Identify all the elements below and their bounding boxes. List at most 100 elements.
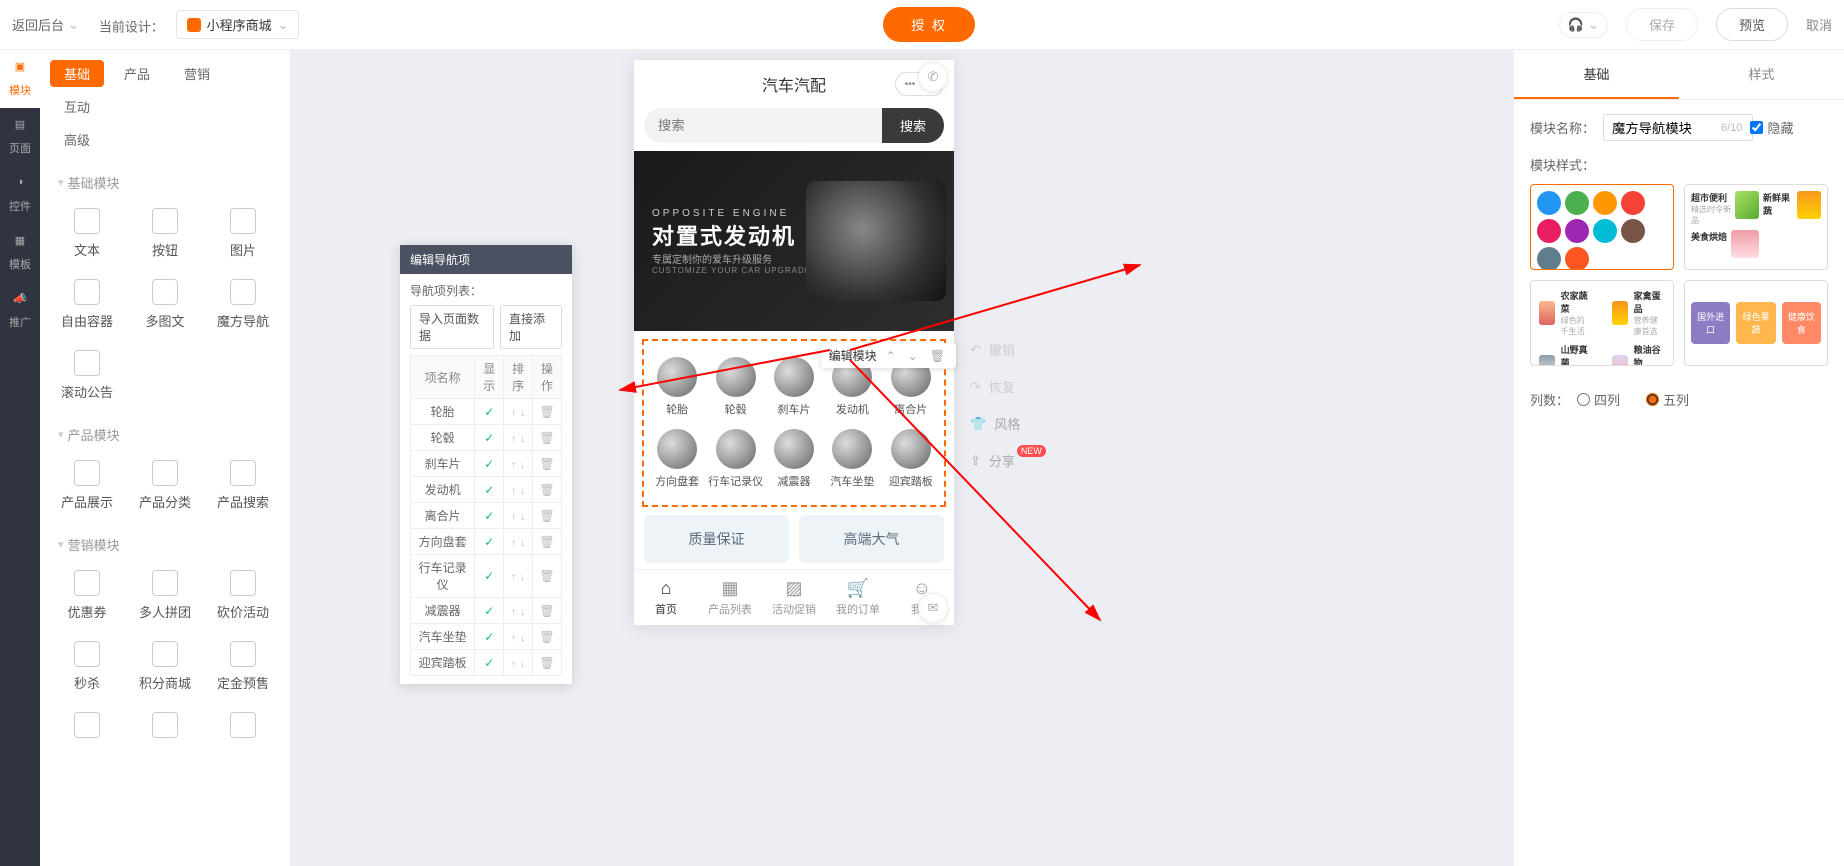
tab-orders[interactable]: 🛒我的订单 xyxy=(826,570,890,625)
nav-widgets[interactable]: ◑控件 xyxy=(0,166,40,224)
show-toggle[interactable]: ✓ xyxy=(484,535,494,549)
delete-icon[interactable]: 🗑 xyxy=(927,349,948,363)
move-up-icon[interactable]: ⌃ xyxy=(883,349,899,363)
sort-down[interactable]: ↓ xyxy=(518,460,527,471)
nav-item[interactable]: 迎宾踏板 xyxy=(882,423,940,495)
preview-button[interactable]: 预览 xyxy=(1716,8,1788,41)
save-button[interactable]: 保存 xyxy=(1626,8,1698,41)
btn-import[interactable]: 导入页面数据 xyxy=(410,305,494,349)
sort-up[interactable]: ↑ xyxy=(509,633,518,644)
mod-bargain[interactable]: 砍价活动 xyxy=(204,560,282,631)
tab-product[interactable]: 产品 xyxy=(110,60,164,87)
mod-groupbuy[interactable]: 多人拼团 xyxy=(126,560,204,631)
group-basic[interactable]: 基础模块 xyxy=(40,159,290,198)
nav-item[interactable]: 刹车片 xyxy=(765,351,823,423)
mod-prodcat[interactable]: 产品分类 xyxy=(126,450,204,521)
mod-prodsearch[interactable]: 产品搜索 xyxy=(204,450,282,521)
sort-down[interactable]: ↓ xyxy=(518,512,527,523)
sort-down[interactable]: ↓ xyxy=(518,572,527,583)
sort-up[interactable]: ↑ xyxy=(509,607,518,618)
tab-marketing[interactable]: 营销 xyxy=(170,60,224,87)
radio-5col[interactable]: 五列 xyxy=(1646,390,1689,409)
promo-card-1[interactable]: 质量保证 xyxy=(644,515,789,563)
sort-up[interactable]: ↑ xyxy=(509,434,518,445)
style-card-2[interactable]: 超市便利精选时令新品 新鲜果蔬 美食烘焙 xyxy=(1684,184,1828,270)
tab-basic[interactable]: 基础 xyxy=(50,60,104,87)
cancel-button[interactable]: 取消 xyxy=(1806,15,1832,34)
mod-prodshow[interactable]: 产品展示 xyxy=(48,450,126,521)
wechat-icon[interactable]: ✉ xyxy=(918,593,948,623)
show-toggle[interactable]: ✓ xyxy=(484,569,494,583)
sort-up[interactable]: ↑ xyxy=(509,538,518,549)
tab-advanced[interactable]: 高级 xyxy=(50,126,104,153)
search-button[interactable]: 搜索 xyxy=(882,108,944,143)
sort-up[interactable]: ↑ xyxy=(509,486,518,497)
tab-promo[interactable]: ▨活动促销 xyxy=(762,570,826,625)
capsule-more-icon[interactable]: ••• xyxy=(902,76,918,92)
tool-style[interactable]: 👕风格 xyxy=(970,414,1052,433)
delete-row[interactable]: 🗑 xyxy=(539,405,554,419)
sort-down[interactable]: ↓ xyxy=(518,633,527,644)
show-toggle[interactable]: ✓ xyxy=(484,483,494,497)
delete-row[interactable]: 🗑 xyxy=(539,431,554,445)
mod-button[interactable]: 按钮 xyxy=(126,198,204,269)
style-card-4[interactable]: 国外进口 绿色果蔬 健康饮食 xyxy=(1684,280,1828,366)
nav-modules[interactable]: ▣模块 xyxy=(0,50,40,108)
radio-4col[interactable]: 四列 xyxy=(1577,390,1620,409)
style-card-1[interactable] xyxy=(1530,184,1674,270)
mod-image[interactable]: 图片 xyxy=(204,198,282,269)
delete-row[interactable]: 🗑 xyxy=(539,509,554,523)
mod-extra1[interactable] xyxy=(48,702,126,754)
nav-pages[interactable]: ▤页面 xyxy=(0,108,40,166)
move-down-icon[interactable]: ⌄ xyxy=(905,349,921,363)
show-toggle[interactable]: ✓ xyxy=(484,656,494,670)
nav-item[interactable]: 行车记录仪 xyxy=(706,423,764,495)
mod-coupon[interactable]: 优惠券 xyxy=(48,560,126,631)
delete-row[interactable]: 🗑 xyxy=(539,604,554,618)
phone-icon[interactable]: ✆ xyxy=(918,62,948,92)
delete-row[interactable]: 🗑 xyxy=(539,656,554,670)
support-button[interactable]: 🎧 ⌄ xyxy=(1559,12,1608,38)
show-toggle[interactable]: ✓ xyxy=(484,604,494,618)
mod-magicnav[interactable]: 魔方导航 xyxy=(204,269,282,340)
tool-redo[interactable]: ↷恢复 xyxy=(970,377,1052,396)
tab-interactive[interactable]: 互动 xyxy=(50,93,104,120)
sort-down[interactable]: ↓ xyxy=(518,434,527,445)
sort-up[interactable]: ↑ xyxy=(509,408,518,419)
tool-undo[interactable]: ↶撤销 xyxy=(970,340,1052,359)
mod-extra2[interactable] xyxy=(126,702,204,754)
nav-promo[interactable]: 📣推广 xyxy=(0,282,40,340)
delete-row[interactable]: 🗑 xyxy=(539,457,554,471)
delete-row[interactable]: 🗑 xyxy=(539,483,554,497)
nav-item[interactable]: 方向盘套 xyxy=(648,423,706,495)
rtab-style[interactable]: 样式 xyxy=(1679,50,1844,99)
banner[interactable]: OPPOSITE ENGINE 对置式发动机 专属定制你的爱车升级服务 CUST… xyxy=(634,151,954,331)
mod-text[interactable]: 文本 xyxy=(48,198,126,269)
sort-down[interactable]: ↓ xyxy=(518,408,527,419)
show-toggle[interactable]: ✓ xyxy=(484,630,494,644)
delete-row[interactable]: 🗑 xyxy=(539,630,554,644)
nav-item[interactable]: 汽车坐垫 xyxy=(823,423,881,495)
nav-templates[interactable]: ▦模板 xyxy=(0,224,40,282)
sort-up[interactable]: ↑ xyxy=(509,572,518,583)
nav-item[interactable]: 轮胎 xyxy=(648,351,706,423)
sort-up[interactable]: ↑ xyxy=(509,512,518,523)
show-toggle[interactable]: ✓ xyxy=(484,509,494,523)
mod-extra3[interactable] xyxy=(204,702,282,754)
sort-down[interactable]: ↓ xyxy=(518,486,527,497)
mod-marquee[interactable]: 滚动公告 xyxy=(48,340,126,411)
auth-button[interactable]: 授 权 xyxy=(883,7,975,42)
nav-item[interactable]: 轮毂 xyxy=(706,351,764,423)
sort-down[interactable]: ↓ xyxy=(518,659,527,670)
mod-deposit[interactable]: 定金预售 xyxy=(204,631,282,702)
show-toggle[interactable]: ✓ xyxy=(484,457,494,471)
sort-up[interactable]: ↑ xyxy=(509,460,518,471)
mod-multipic[interactable]: 多图文 xyxy=(126,269,204,340)
delete-row[interactable]: 🗑 xyxy=(539,535,554,549)
mod-points[interactable]: 积分商城 xyxy=(126,631,204,702)
tab-products[interactable]: ▦产品列表 xyxy=(698,570,762,625)
tool-share[interactable]: ⇪分享NEW xyxy=(970,451,1052,470)
group-marketing[interactable]: 营销模块 xyxy=(40,521,290,560)
btn-add[interactable]: 直接添加 xyxy=(500,305,562,349)
sort-down[interactable]: ↓ xyxy=(518,538,527,549)
